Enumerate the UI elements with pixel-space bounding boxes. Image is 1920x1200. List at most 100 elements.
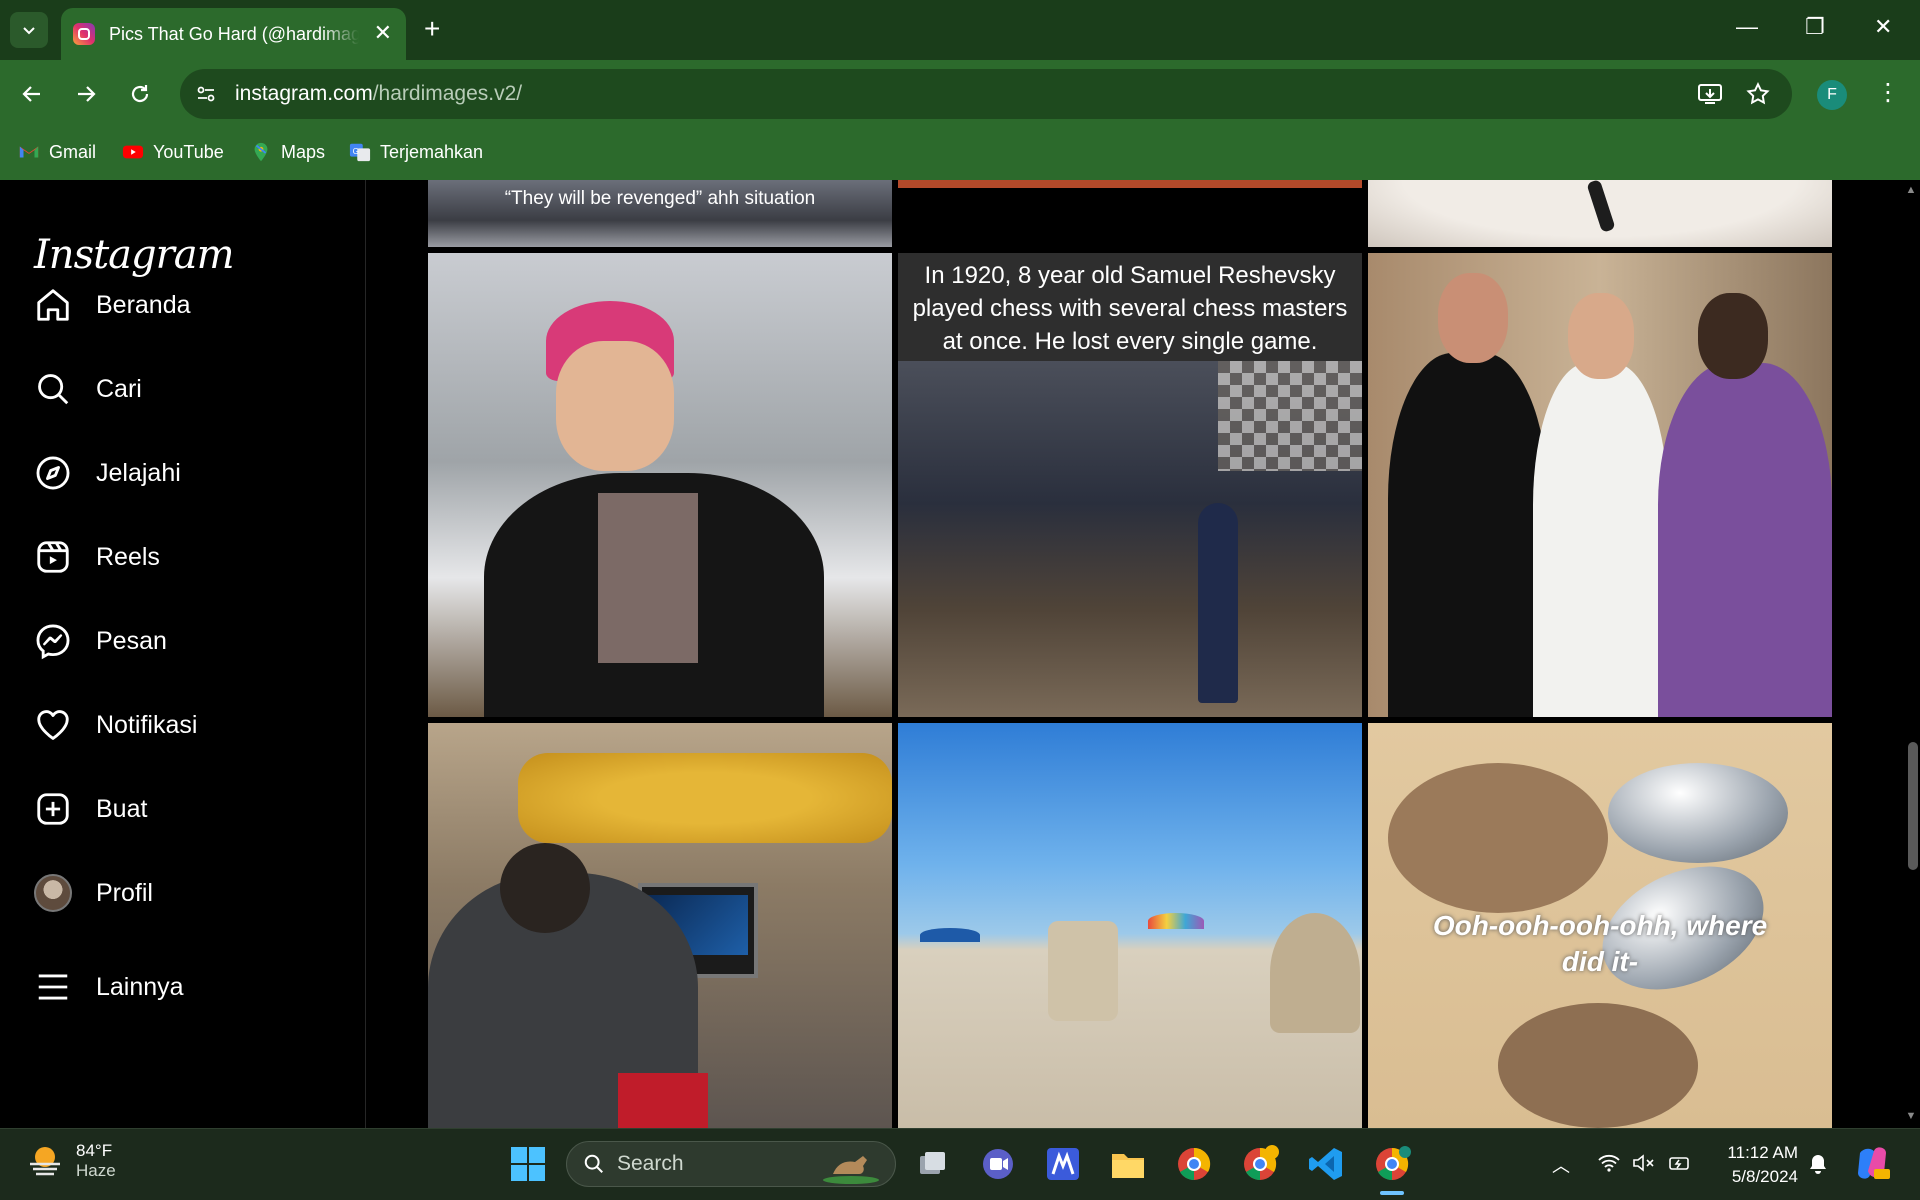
- sidebar-item-label: Buat: [96, 794, 148, 823]
- search-highlight-icon: [823, 1156, 879, 1184]
- bookmark-label: Terjemahkan: [380, 141, 484, 162]
- home-icon: [37, 289, 69, 321]
- windows-start-icon[interactable]: [508, 1144, 548, 1184]
- install-app-icon[interactable]: [1697, 82, 1723, 106]
- clock-time: 11:12 AM: [1727, 1143, 1798, 1162]
- close-window-icon[interactable]: ✕: [1874, 14, 1892, 40]
- bookmark-translate[interactable]: G Terjemahkan: [349, 141, 483, 163]
- post-caption: “They will be revenged” ahh situation: [504, 188, 816, 209]
- sidebar-item-profil[interactable]: Profil: [34, 865, 334, 921]
- vscode-icon[interactable]: [1306, 1144, 1346, 1184]
- weather-widget[interactable]: 84°F Haze: [26, 1141, 116, 1181]
- wifi-icon[interactable]: [1598, 1153, 1620, 1173]
- sidebar-item-label: Reels: [96, 542, 160, 571]
- post-thumbnail[interactable]: In 1920, 8 year old Samuel Reshevsky pla…: [898, 253, 1362, 717]
- menu-icon: [38, 974, 68, 1000]
- messenger-icon: [36, 624, 70, 660]
- site-info-icon[interactable]: [194, 82, 218, 106]
- sidebar-item-buat[interactable]: Buat: [34, 781, 334, 837]
- sidebar-item-reels[interactable]: Reels: [34, 529, 334, 585]
- url-host: instagram.com: [235, 82, 373, 105]
- weather-temperature: 84°F: [76, 1141, 113, 1160]
- task-view-icon[interactable]: [912, 1144, 952, 1184]
- post-thumbnail[interactable]: “They will be revenged” ahh situation: [428, 180, 892, 247]
- bookmark-maps[interactable]: Maps: [250, 141, 325, 163]
- url-text[interactable]: instagram.com/hardimages.v2/: [235, 82, 522, 106]
- address-bar[interactable]: instagram.com/hardimages.v2/: [180, 69, 1792, 119]
- arrow-right-icon: [78, 86, 96, 102]
- post-caption: Ooh-ooh-ooh-ohh, where: [1432, 910, 1768, 941]
- new-tab-button[interactable]: +: [424, 14, 440, 44]
- browser-profile-avatar[interactable]: F: [1817, 80, 1847, 110]
- instagram-favicon-icon: [73, 23, 95, 45]
- teams-chat-icon[interactable]: [978, 1144, 1018, 1184]
- sidebar-item-label: Lainnya: [96, 972, 184, 1001]
- page-scrollbar[interactable]: ▲ ▼: [1902, 180, 1920, 1128]
- reload-button[interactable]: [122, 76, 158, 112]
- bookmark-label: Gmail: [49, 141, 97, 162]
- post-caption: did it-: [1561, 946, 1639, 977]
- bookmark-star-icon[interactable]: [1745, 81, 1771, 107]
- search-icon: [584, 1154, 603, 1173]
- sidebar-item-cari[interactable]: Cari: [34, 361, 334, 417]
- browser-tab-active[interactable]: Pics That Go Hard (@hardimages.v2) ✕: [61, 8, 406, 60]
- tab-close-icon[interactable]: ✕: [374, 22, 392, 44]
- url-path: /hardimages.v2/: [372, 82, 523, 105]
- post-thumbnail[interactable]: [1368, 180, 1832, 247]
- notification-bell-icon[interactable]: [1808, 1153, 1828, 1175]
- post-thumbnail[interactable]: [428, 253, 892, 717]
- bookmark-youtube[interactable]: YouTube: [122, 141, 224, 163]
- forward-button[interactable]: [68, 76, 104, 112]
- scroll-up-icon[interactable]: ▲: [1905, 184, 1917, 196]
- chrome-icon[interactable]: [1174, 1144, 1214, 1184]
- tab-search-button[interactable]: [10, 12, 48, 48]
- chrome-active-icon[interactable]: [1372, 1144, 1412, 1184]
- reload-icon: [131, 85, 149, 103]
- chevron-down-icon: [23, 27, 35, 35]
- browser-toolbar: instagram.com/hardimages.v2/ F ⋮: [0, 60, 1920, 128]
- chrome-profile-icon[interactable]: [1240, 1144, 1280, 1184]
- bookmark-label: YouTube: [153, 141, 224, 162]
- app-m-icon[interactable]: [1043, 1144, 1083, 1184]
- sidebar-item-notifikasi[interactable]: Notifikasi: [34, 697, 334, 753]
- tab-title: Pics That Go Hard (@hardimages.v2): [109, 23, 359, 44]
- battery-charging-icon[interactable]: [1668, 1151, 1694, 1175]
- post-caption: In 1920, 8 year old Samuel Reshevsky: [924, 262, 1336, 289]
- sidebar-item-jelajahi[interactable]: Jelajahi: [34, 445, 334, 501]
- post-caption: at once. He lost every single game.: [942, 328, 1318, 355]
- svg-text:G: G: [353, 147, 359, 156]
- restore-icon[interactable]: ❐: [1805, 14, 1825, 40]
- file-explorer-icon[interactable]: [1108, 1144, 1148, 1184]
- post-thumbnail[interactable]: [428, 723, 892, 1128]
- youtube-icon: [122, 145, 144, 159]
- tray-overflow-icon[interactable]: ︿: [1552, 1152, 1570, 1178]
- post-thumbnail[interactable]: [898, 180, 1362, 188]
- instagram-page: Instagram Beranda Cari Jelajahi Reels Pe…: [0, 180, 1920, 1128]
- more-menu-icon[interactable]: ⋮: [1876, 78, 1900, 110]
- system-clock[interactable]: 11:12 AM 5/8/2024: [1718, 1141, 1798, 1189]
- heart-icon: [37, 710, 69, 740]
- scroll-down-icon[interactable]: ▼: [1905, 1110, 1917, 1122]
- sidebar-item-pesan[interactable]: Pesan: [34, 613, 334, 669]
- haze-weather-icon: [30, 1147, 60, 1176]
- sidebar-item-beranda[interactable]: Beranda: [34, 277, 334, 333]
- sidebar-item-label: Cari: [96, 374, 142, 403]
- search-icon: [38, 374, 69, 405]
- instagram-sidebar: Instagram Beranda Cari Jelajahi Reels Pe…: [0, 180, 366, 1128]
- post-thumbnail[interactable]: [898, 723, 1362, 1128]
- post-thumbnail[interactable]: [1368, 253, 1832, 717]
- sidebar-item-label: Pesan: [96, 626, 167, 655]
- sidebar-item-label: Beranda: [96, 290, 191, 319]
- copilot-icon[interactable]: [1852, 1143, 1892, 1183]
- sidebar-item-lainnya[interactable]: Lainnya: [34, 959, 334, 1015]
- instagram-logo[interactable]: Instagram: [34, 232, 235, 278]
- taskbar-search[interactable]: Search: [566, 1141, 896, 1187]
- avatar: [34, 874, 72, 912]
- bookmark-gmail[interactable]: Gmail: [18, 141, 96, 163]
- back-button[interactable]: [14, 76, 50, 112]
- clock-date: 5/8/2024: [1731, 1167, 1798, 1186]
- minimize-icon[interactable]: —: [1736, 14, 1758, 40]
- post-thumbnail[interactable]: Ooh-ooh-ooh-ohh, where did it-: [1368, 723, 1832, 1128]
- volume-muted-icon[interactable]: [1632, 1153, 1656, 1173]
- scrollbar-thumb[interactable]: [1908, 742, 1918, 870]
